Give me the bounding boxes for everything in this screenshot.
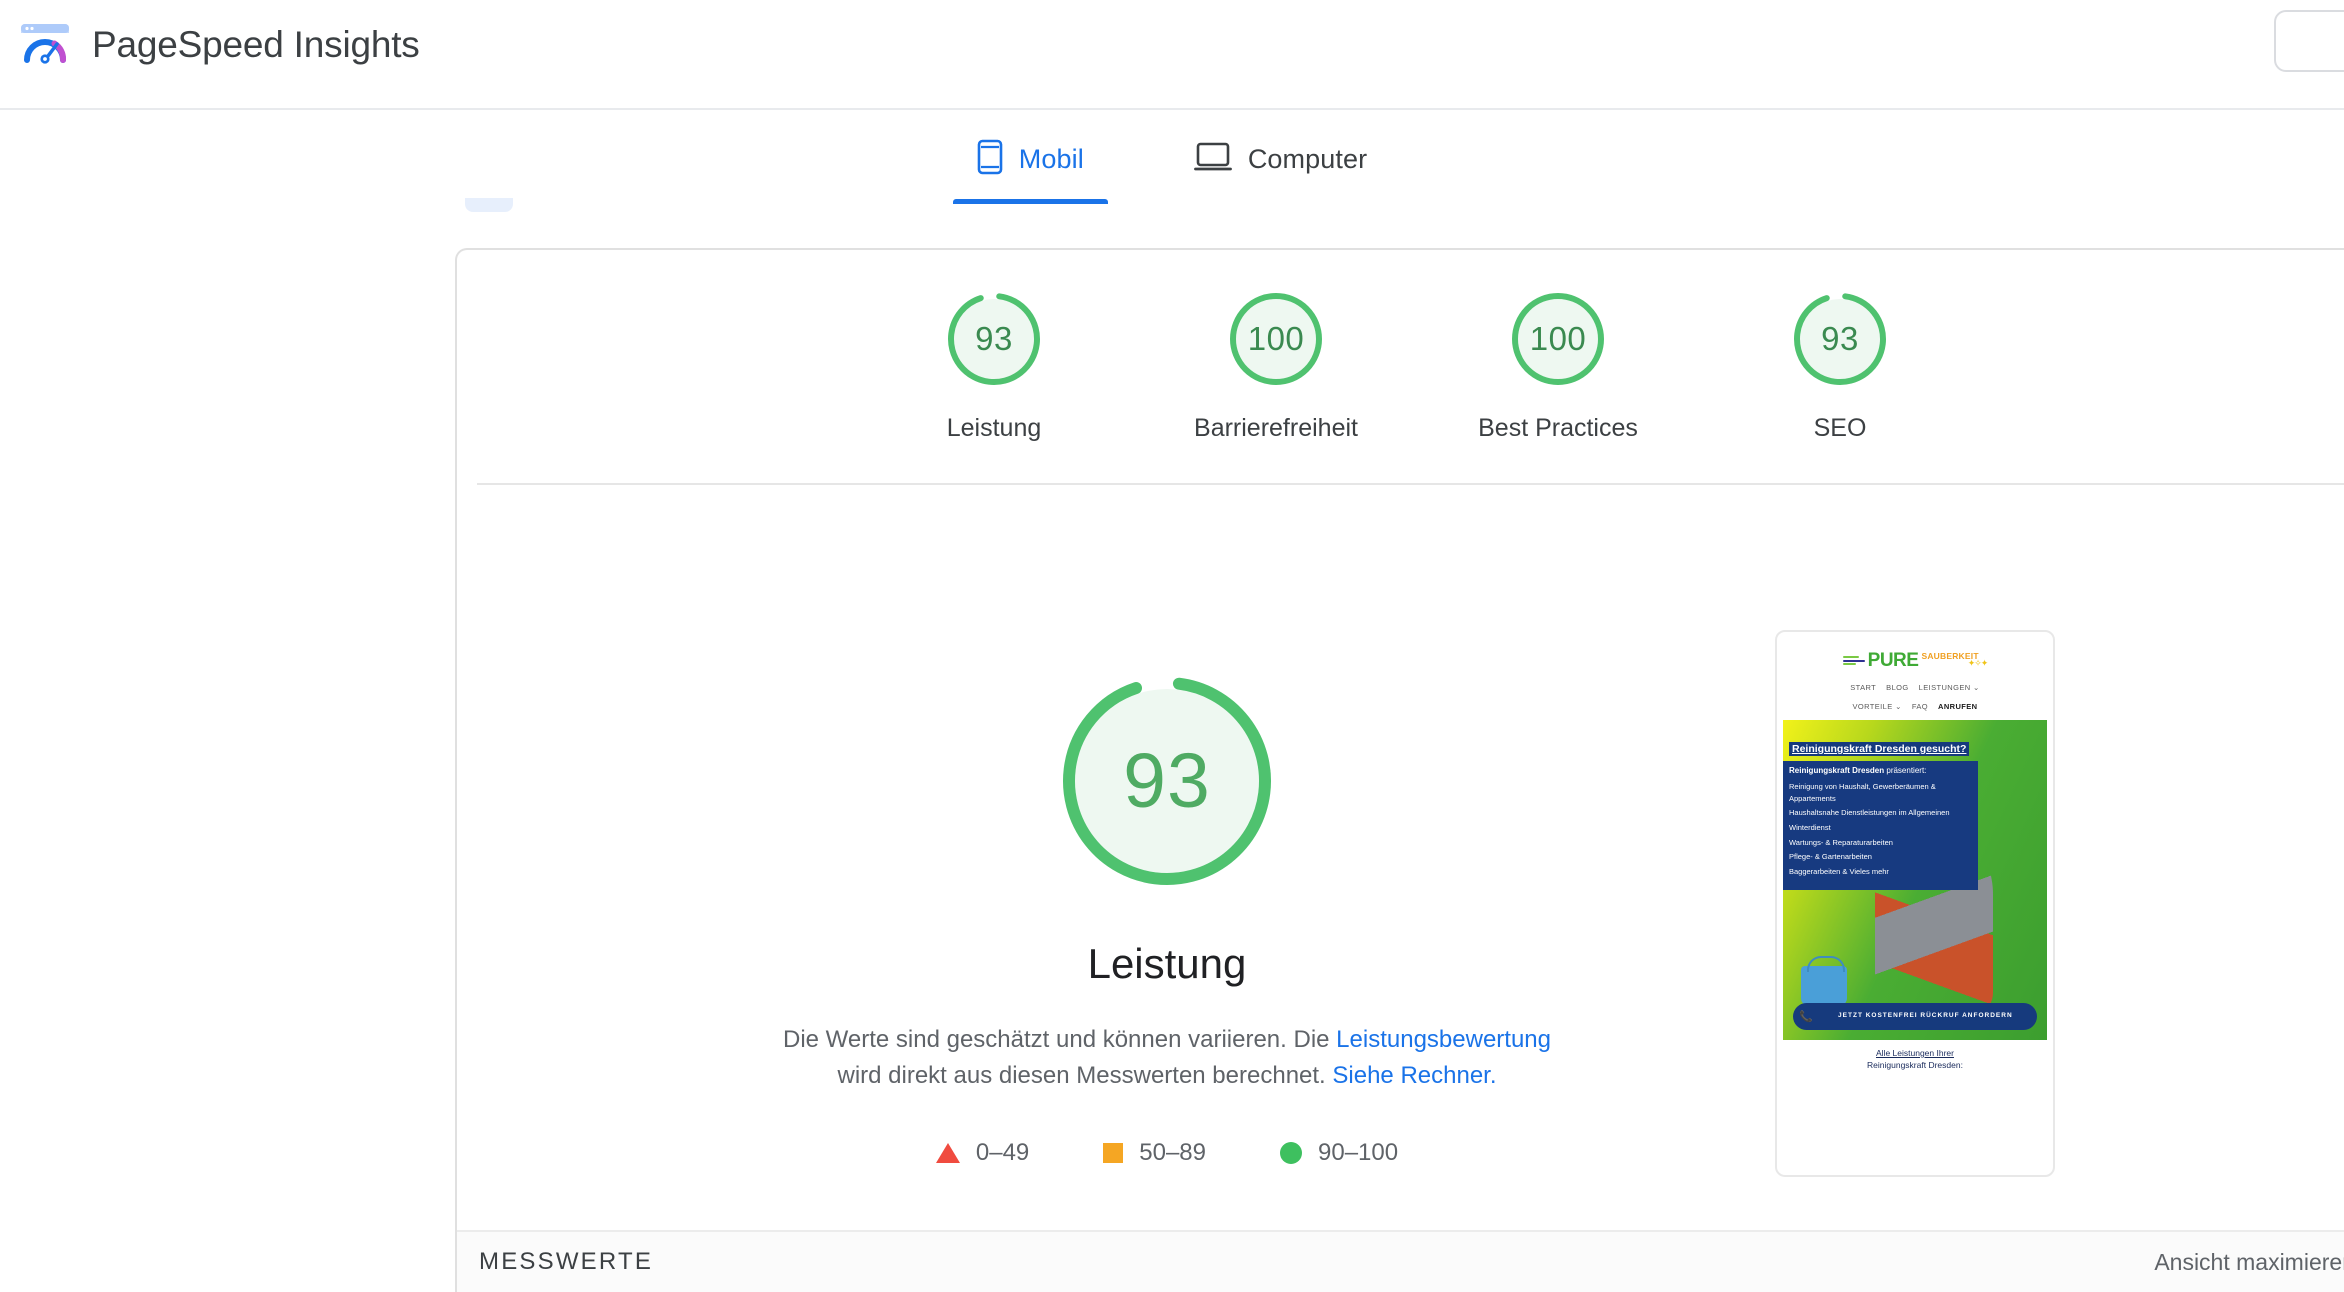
score-label: Barrierefreiheit: [1194, 414, 1358, 442]
score-value: 93: [975, 320, 1013, 357]
legend-item-average: 50–89: [1103, 1139, 1206, 1167]
score-value: 100: [1247, 320, 1305, 357]
page-title: Leistung: [1087, 940, 1247, 987]
header-action-button[interactable]: [2274, 10, 2344, 72]
list-item: Winterdienst: [1789, 822, 1831, 832]
site-logo-main: PURE: [1867, 650, 1919, 671]
tab-desktop[interactable]: Computer: [1170, 118, 1391, 200]
tab-mobile-label: Mobil: [1018, 143, 1084, 174]
score-gauge-ring: 100: [1507, 288, 1609, 390]
site-nav-row-1: START BLOG LEISTUNGEN ⌄: [1783, 683, 2047, 692]
site-logo: PURE SAUBERKEIT ✦✧✦: [1783, 638, 2047, 670]
score-value: 100: [1529, 320, 1587, 357]
hero-cta-button: 📞 JETZT KOSTENFREI RÜCKRUF ANFORDERN: [1793, 1003, 2037, 1030]
score-gauge-ring: 93: [1789, 288, 1891, 390]
thumbnail-content: PURE SAUBERKEIT ✦✧✦ START BLOG LEISTUNGE…: [1783, 638, 2047, 1169]
hero-cta-label: JETZT KOSTENFREI RÜCKRUF ANFORDERN: [1838, 1012, 2013, 1020]
list-item: Haushaltsnahe Dienstleistungen im Allgem…: [1789, 808, 1950, 818]
nav-item-leistungen: LEISTUNGEN ⌄: [1918, 683, 1980, 692]
square-icon: [1103, 1143, 1124, 1164]
app-header: PageSpeed Insights: [0, 0, 2344, 110]
tab-active-indicator: [952, 199, 1108, 204]
scrolled-chip-partial: [465, 198, 513, 212]
nav-item-anrufen: ANRUFEN: [1938, 702, 1978, 711]
pagespeed-gauge-logo-icon: [18, 18, 72, 72]
score-item-seo[interactable]: 93 SEO: [1740, 288, 1940, 443]
score-label: SEO: [1813, 414, 1867, 442]
score-gauge-ring: 100: [1225, 288, 1327, 390]
score-gauge-ring: 93: [943, 288, 1045, 390]
link-leistungsbewertung[interactable]: Leistungsbewertung: [1336, 1026, 1551, 1053]
sparkle-icon: ✦✧✦: [1967, 658, 1989, 668]
maximize-view-button[interactable]: Ansicht maximieren: [2154, 1249, 2344, 1276]
hero-lead: Reinigungskraft Dresden präsentiert:: [1789, 766, 1972, 775]
link-siehe-rechner[interactable]: Siehe Rechner.: [1332, 1062, 1496, 1089]
legend-item-poor: 0–49: [935, 1139, 1030, 1167]
main-score-gauge: 93: [1056, 670, 1278, 892]
legend-item-good: 90–100: [1280, 1139, 1398, 1167]
tab-mobile[interactable]: Mobil: [952, 118, 1108, 204]
legend-range: 0–49: [975, 1139, 1030, 1167]
device-tabs: Mobil Computer: [0, 112, 2344, 220]
card-bottom-bar: MESSWERTE Ansicht maximieren: [457, 1230, 2344, 1292]
hero-footer: Alle Leistungen Ihrer Reinigungskraft Dr…: [1783, 1040, 2047, 1072]
legend-range: 50–89: [1139, 1139, 1207, 1167]
desc-text-2: wird direkt aus diesen Messwerten berech…: [837, 1061, 1333, 1089]
desc-text-1: Die Werte sind geschätzt und können vari…: [782, 1026, 1337, 1053]
app-title: PageSpeed Insights: [92, 24, 420, 65]
hero-lead-rest: präsentiert:: [1884, 766, 1927, 775]
brand[interactable]: PageSpeed Insights: [18, 18, 420, 72]
score-label: Leistung: [946, 414, 1042, 442]
hero-lead-bold: Reinigungskraft Dresden: [1789, 766, 1885, 775]
score-value: 93: [1821, 320, 1859, 357]
list-item: Baggerarbeiten & Vieles mehr: [1789, 866, 1889, 876]
score-item-accessibility[interactable]: 100 Barrierefreiheit: [1176, 288, 1376, 443]
list-item: Reinigung von Haushalt, Gewerberäumen & …: [1789, 782, 1936, 803]
footer-text: Reinigungskraft Dresden:: [1867, 1060, 1963, 1071]
services-list: Reinigung von Haushalt, Gewerberäumen & …: [1789, 781, 1972, 877]
triangle-icon: [935, 1143, 960, 1164]
speed-lines-icon: [1842, 656, 1865, 665]
hero-headline: Reinigungskraft Dresden gesucht?: [1789, 742, 1970, 756]
score-legend: 0–49 50–89 90–100: [935, 1139, 1398, 1167]
score-label: Best Practices: [1478, 414, 1638, 442]
nav-item-vorteile: VORTEILE ⌄: [1852, 702, 1902, 711]
category-score-strip: 93 Leistung 100 Barrierefreiheit 100 Bes…: [457, 288, 2344, 443]
list-item: Pflege- & Gartenarbeiten: [1789, 852, 1872, 862]
score-item-best-practices[interactable]: 100 Best Practices: [1458, 288, 1658, 443]
site-nav-row-2: VORTEILE ⌄ FAQ ANRUFEN: [1783, 702, 2047, 711]
nav-item-start: START: [1850, 683, 1877, 692]
hero-services-panel: Reinigungskraft Dresden präsentiert: Rei…: [1783, 761, 1978, 891]
legend-range: 90–100: [1318, 1139, 1399, 1167]
main-score-value: 93: [1123, 737, 1211, 824]
laptop-icon: [1193, 141, 1232, 178]
site-hero: Reinigungskraft Dresden gesucht? Reinigu…: [1783, 720, 2047, 1040]
phone-icon: 📞: [1799, 1011, 1813, 1023]
score-item-performance[interactable]: 93 Leistung: [894, 288, 1094, 443]
nav-item-blog: BLOG: [1886, 683, 1909, 692]
score-description: Die Werte sind geschätzt und können vari…: [767, 1022, 1567, 1093]
report-card: 93 Leistung 100 Barrierefreiheit 100 Bes…: [455, 248, 2344, 1292]
page-screenshot-thumbnail[interactable]: PURE SAUBERKEIT ✦✧✦ START BLOG LEISTUNGE…: [1775, 630, 2055, 1177]
section-label-metrics: MESSWERTE: [479, 1248, 654, 1275]
tab-desktop-label: Computer: [1247, 143, 1368, 174]
performance-summary: 93 Leistung Die Werte sind geschätzt und…: [457, 670, 1877, 1167]
list-item: Wartungs- & Reparaturarbeiten: [1789, 837, 1893, 847]
nav-item-faq: FAQ: [1911, 702, 1929, 711]
section-divider: [477, 483, 2344, 485]
phone-icon: [977, 139, 1003, 180]
footer-link: Alle Leistungen Ihrer: [1876, 1048, 1954, 1058]
circle-icon: [1280, 1142, 1303, 1165]
bucket-photo: [1801, 956, 1847, 1006]
